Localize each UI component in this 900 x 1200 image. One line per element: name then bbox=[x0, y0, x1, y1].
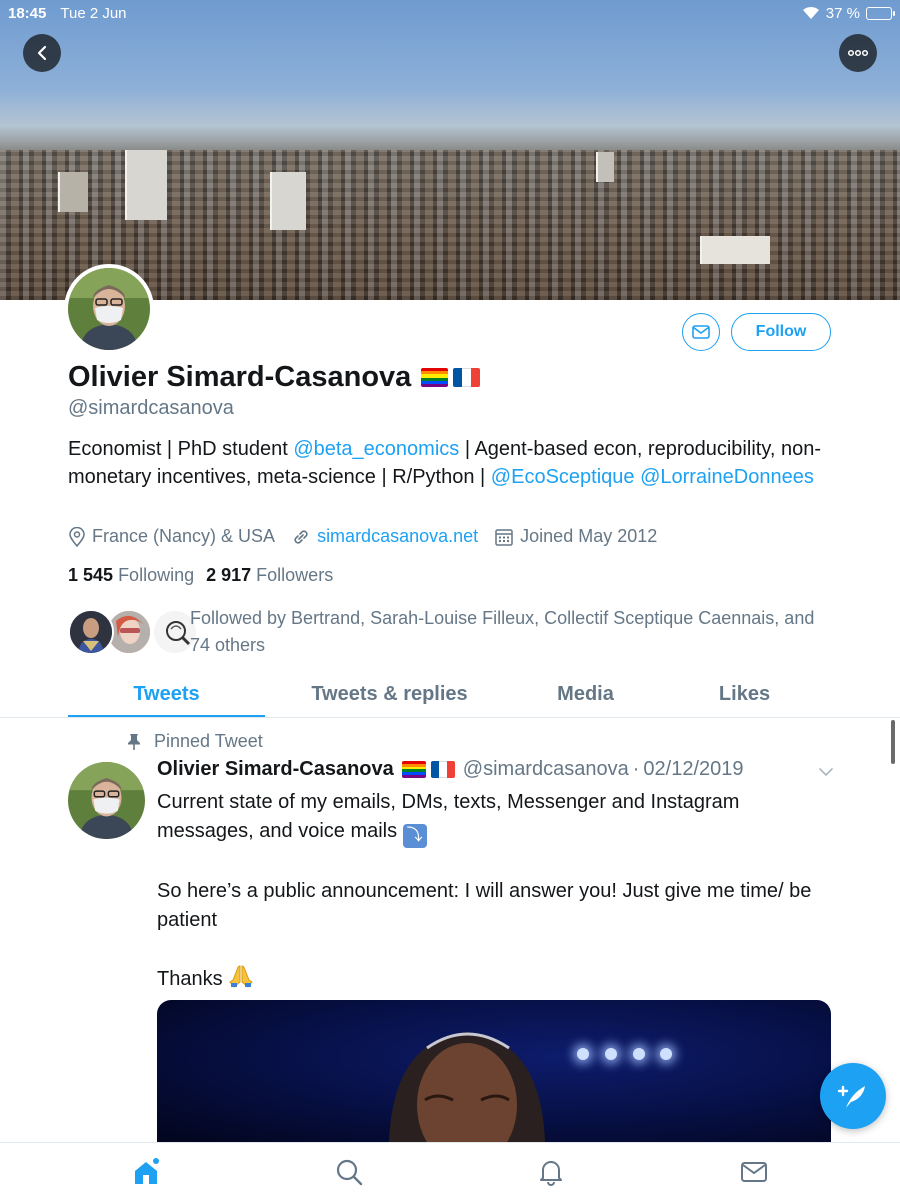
rainbow-flag-icon bbox=[401, 761, 426, 778]
search-icon bbox=[336, 1159, 363, 1186]
back-button[interactable] bbox=[23, 34, 61, 72]
profile-meta: France (Nancy) & USA simardcasanova.net … bbox=[68, 526, 673, 547]
pinned-indicator: Pinned Tweet bbox=[126, 731, 263, 752]
following-link[interactable]: 1 545 Following bbox=[68, 565, 194, 586]
banner-building bbox=[270, 172, 306, 230]
status-date: Tue 2 Jun bbox=[60, 4, 127, 22]
avatar-image bbox=[68, 268, 150, 350]
tab-tweets-replies[interactable]: Tweets & replies bbox=[265, 670, 514, 718]
tweet-line: Current state of my emails, DMs, texts, … bbox=[157, 791, 740, 842]
compose-feather-icon bbox=[837, 1085, 865, 1108]
profile-tabs: Tweets Tweets & replies Media Likes bbox=[68, 670, 838, 718]
tweet-author-avatar[interactable] bbox=[68, 762, 145, 839]
followers-count: 2 917 bbox=[206, 565, 252, 585]
nav-messages[interactable] bbox=[739, 1157, 769, 1187]
tweet-author-name[interactable]: Olivier Simard-Casanova bbox=[157, 758, 394, 781]
chevron-down-icon bbox=[819, 768, 833, 777]
profile-website-link[interactable]: simardcasanova.net bbox=[317, 526, 478, 547]
more-horizontal-icon bbox=[847, 49, 869, 57]
profile-name-row: Olivier Simard-Casanova bbox=[68, 361, 481, 394]
tab-tweets[interactable]: Tweets bbox=[68, 670, 265, 718]
tweet-line: So here’s a public announcement: I will … bbox=[157, 879, 812, 931]
followers-link[interactable]: 2 917 Followers bbox=[206, 565, 333, 586]
bio-mention-link[interactable]: @LorraineDonnees bbox=[640, 466, 814, 488]
avatar-image bbox=[68, 762, 145, 839]
chevron-left-icon bbox=[37, 45, 47, 61]
followers-label: Followers bbox=[256, 565, 334, 585]
tweet-date[interactable]: 02/12/2019 bbox=[643, 758, 743, 781]
tab-media[interactable]: Media bbox=[514, 670, 657, 718]
messages-icon bbox=[741, 1162, 767, 1182]
followed-by-avatars bbox=[68, 605, 198, 655]
bottom-navigation bbox=[0, 1142, 900, 1200]
profile-handle: @simardcasanova bbox=[68, 397, 234, 419]
calendar-icon bbox=[495, 528, 513, 546]
scrollbar[interactable] bbox=[891, 720, 895, 764]
wifi-icon bbox=[802, 6, 819, 19]
envelope-icon bbox=[692, 325, 710, 339]
pinned-label: Pinned Tweet bbox=[154, 731, 263, 751]
france-flag-icon bbox=[430, 761, 455, 778]
follow-counts: 1 545 Following 2 917 Followers bbox=[68, 565, 333, 586]
tweet-separator: · bbox=[632, 758, 640, 780]
nav-search[interactable] bbox=[334, 1157, 364, 1187]
followed-by-section[interactable]: Followed by Bertrand, Sarah-Louise Fille… bbox=[68, 605, 814, 655]
followed-by-text: Followed by Bertrand, Sarah-Louise Fille… bbox=[190, 608, 815, 655]
battery-icon bbox=[866, 6, 895, 20]
following-count: 1 545 bbox=[68, 565, 114, 585]
tweet-media-gif[interactable] bbox=[157, 1000, 831, 1142]
location-pin-icon bbox=[69, 526, 85, 547]
profile-location: France (Nancy) & USA bbox=[92, 526, 276, 546]
france-flag-icon bbox=[453, 368, 481, 387]
battery-percent: 37 % bbox=[825, 4, 860, 22]
bio-mention-link[interactable]: @EcoSceptique bbox=[491, 466, 635, 488]
tweet-menu-button[interactable] bbox=[818, 764, 834, 782]
follower-avatar bbox=[68, 609, 114, 655]
banner-building bbox=[596, 152, 614, 182]
nav-home[interactable] bbox=[131, 1157, 161, 1187]
banner-building bbox=[58, 172, 88, 212]
tweet-text: Current state of my emails, DMs, texts, … bbox=[157, 788, 837, 997]
status-time: 18:45 bbox=[8, 4, 47, 22]
tweet-header: Olivier Simard-Casanova @simardcasanova … bbox=[157, 758, 837, 781]
tabs-divider bbox=[0, 717, 900, 718]
tweet-line: Thanks bbox=[157, 967, 229, 990]
arrow-down-right-emoji-icon: ⤵ bbox=[402, 823, 427, 848]
profile-bio: Economist | PhD student @beta_economics … bbox=[68, 435, 838, 491]
pin-icon bbox=[128, 733, 140, 750]
follow-button[interactable]: Follow bbox=[731, 313, 831, 351]
bio-text: Economist | PhD student bbox=[68, 438, 294, 460]
profile-joined-date: Joined May 2012 bbox=[520, 526, 658, 546]
nav-notifications[interactable] bbox=[536, 1157, 566, 1187]
message-button[interactable] bbox=[682, 313, 720, 351]
profile-avatar[interactable] bbox=[64, 264, 154, 354]
profile-name: Olivier Simard-Casanova bbox=[68, 361, 412, 393]
bio-mention-link[interactable]: @beta_economics bbox=[293, 438, 459, 460]
media-person bbox=[389, 1032, 545, 1142]
compose-tweet-button[interactable] bbox=[820, 1063, 886, 1129]
profile-banner[interactable] bbox=[0, 0, 900, 300]
tweet-author-handle: @simardcasanova bbox=[462, 758, 629, 780]
status-bar: 18:45 Tue 2 Jun 37 % bbox=[0, 0, 900, 26]
tab-likes[interactable]: Likes bbox=[657, 670, 832, 718]
banner-building bbox=[125, 150, 167, 220]
link-icon bbox=[294, 529, 308, 544]
notifications-icon bbox=[540, 1161, 562, 1186]
home-icon bbox=[135, 1158, 159, 1184]
more-options-button[interactable] bbox=[839, 34, 877, 72]
following-label: Following bbox=[118, 565, 195, 585]
folded-hands-emoji-icon bbox=[228, 964, 254, 997]
rainbow-flag-icon bbox=[421, 368, 449, 387]
banner-building bbox=[700, 236, 770, 264]
